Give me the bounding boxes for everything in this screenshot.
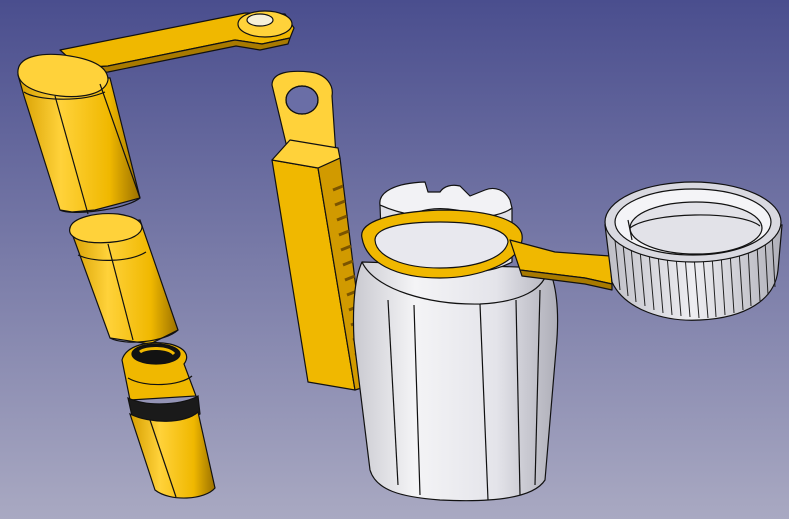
screw-cap[interactable] <box>604 181 783 321</box>
cad-scene[interactable] <box>0 0 789 519</box>
3d-viewport[interactable] <box>0 0 789 519</box>
